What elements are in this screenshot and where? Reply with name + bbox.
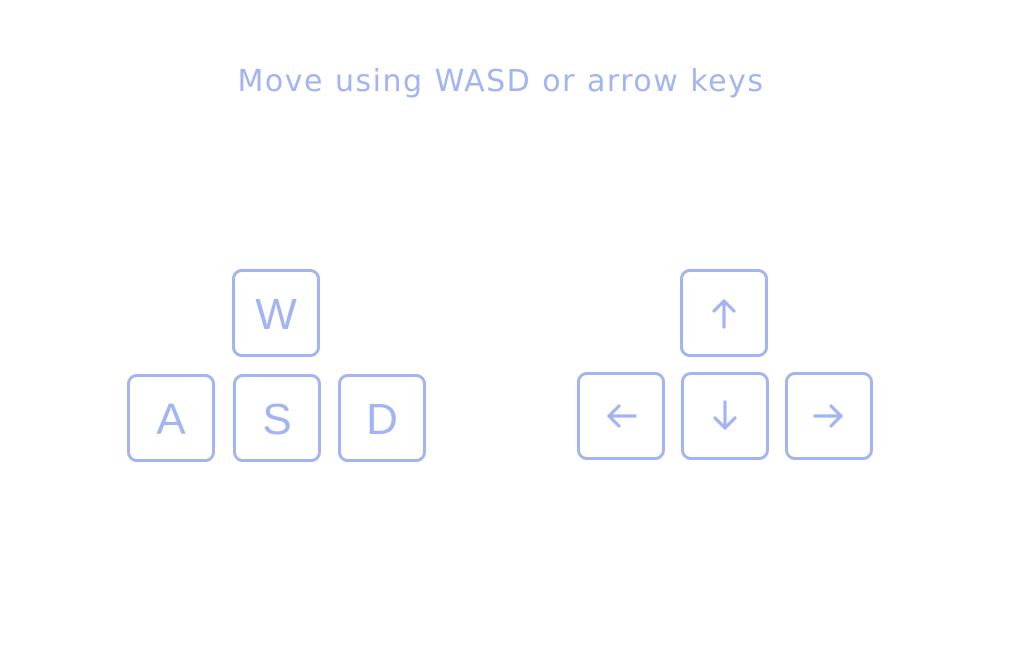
- key-arrow-left[interactable]: [577, 372, 665, 460]
- arrow-up-icon: [712, 299, 736, 329]
- key-d[interactable]: D: [338, 374, 426, 462]
- instructions-title: Move using WASD or arrow keys: [237, 64, 765, 99]
- arrow-down-icon: [713, 400, 737, 430]
- arrow-right-icon: [813, 404, 843, 428]
- key-w[interactable]: W: [232, 269, 320, 357]
- key-arrow-down[interactable]: [681, 372, 769, 460]
- key-s[interactable]: S: [233, 374, 321, 462]
- key-a-label: A: [156, 395, 186, 444]
- key-a[interactable]: A: [127, 374, 215, 462]
- key-s-label: S: [262, 395, 292, 444]
- key-arrow-up[interactable]: [680, 269, 768, 357]
- key-d-label: D: [366, 395, 398, 444]
- key-arrow-right[interactable]: [785, 372, 873, 460]
- key-w-label: W: [255, 290, 297, 339]
- arrow-left-icon: [607, 404, 637, 428]
